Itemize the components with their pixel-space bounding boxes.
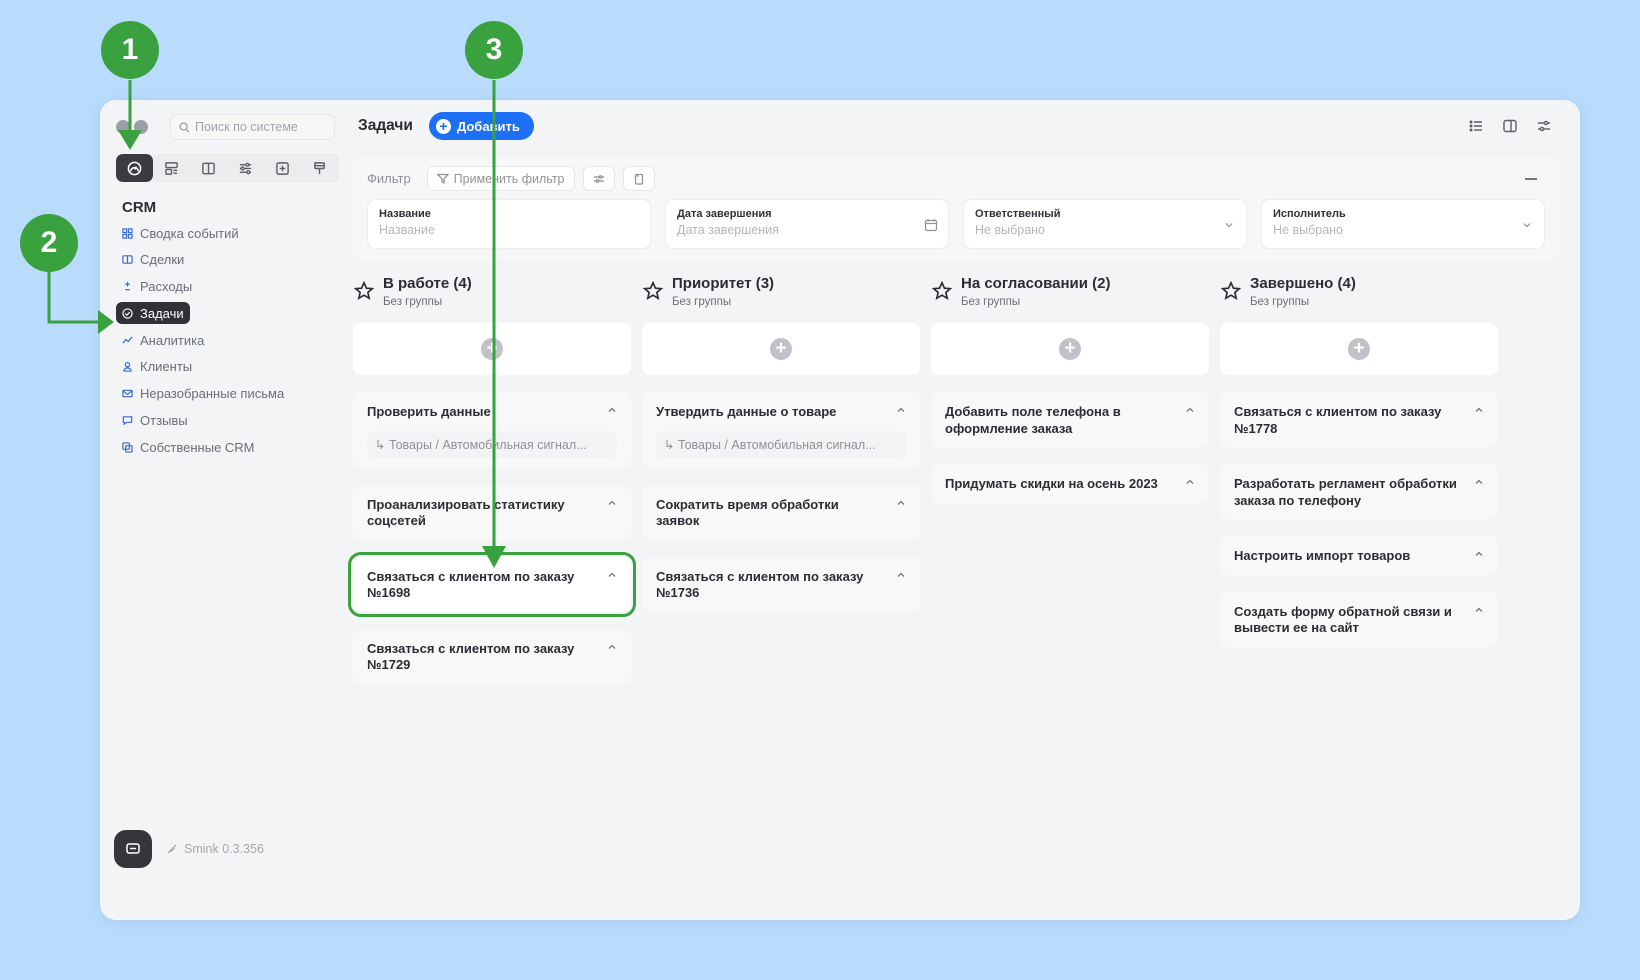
annotation-marker: 2 <box>20 214 78 272</box>
annotation-marker: 1 <box>101 21 159 79</box>
annotation-marker: 3 <box>465 21 523 79</box>
annotation-arrows <box>47 80 506 568</box>
